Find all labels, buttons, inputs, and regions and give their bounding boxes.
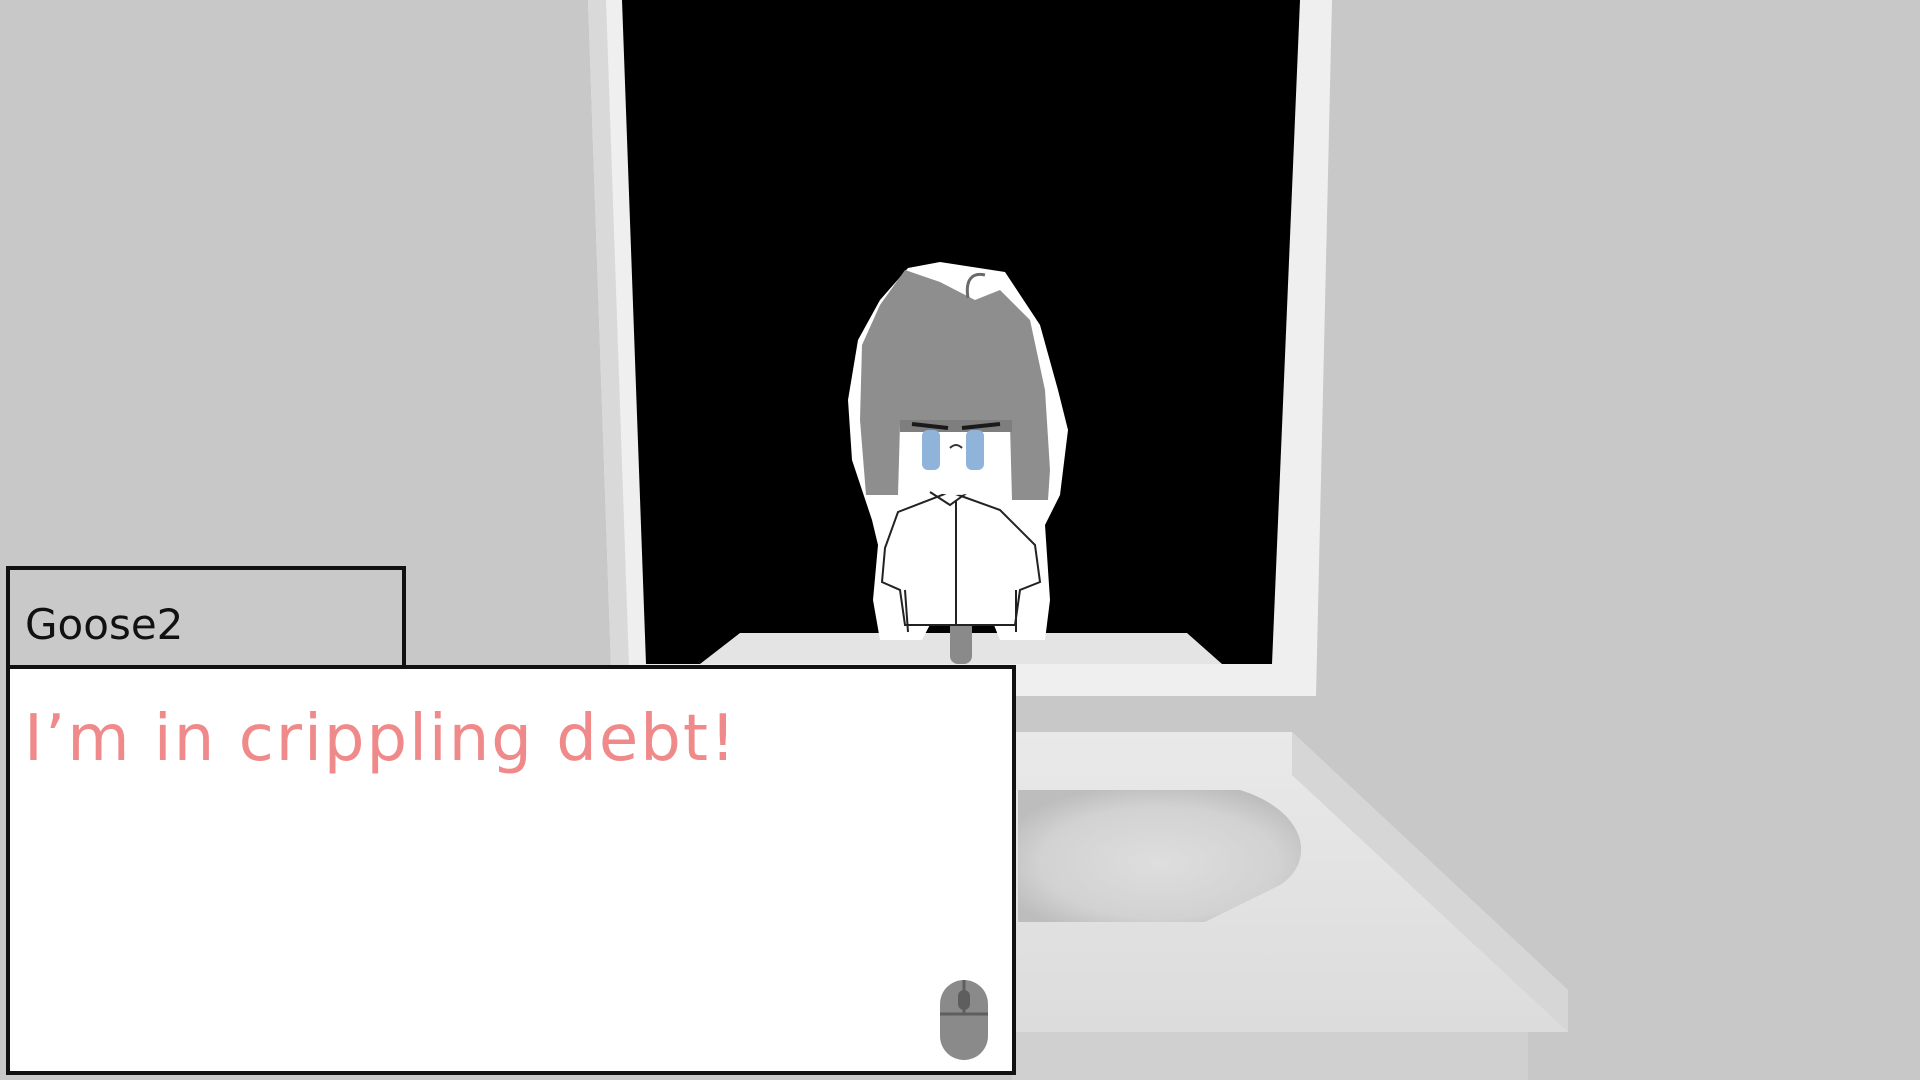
- dialogue-text: I’m in crippling debt!: [24, 702, 738, 776]
- mouse-icon[interactable]: [938, 976, 990, 1062]
- speaker-name: Goose2: [25, 600, 184, 649]
- sink-cabinet: [1012, 1032, 1528, 1080]
- speaker-name-box: Goose2: [6, 566, 406, 666]
- game-scene: Goose2 I’m in crippling debt!: [0, 0, 1920, 1080]
- girl-reflection: [848, 262, 1068, 640]
- dialogue-box[interactable]: I’m in crippling debt!: [6, 665, 1016, 1075]
